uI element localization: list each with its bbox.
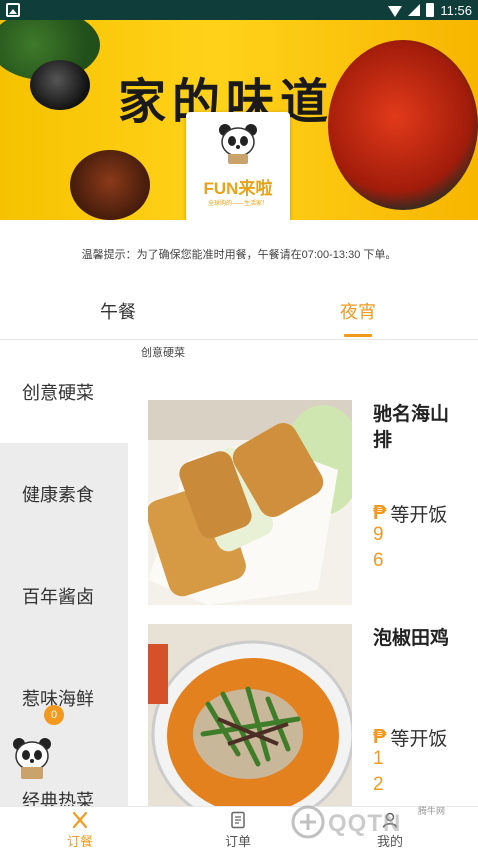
utensils-icon [72, 811, 88, 829]
nav-profile[interactable]: 我的 [350, 807, 430, 851]
category-label: 创意硬菜 [22, 383, 94, 403]
tab-lunch-label: 午餐 [100, 302, 136, 322]
tab-late-night-label: 夜宵 [340, 302, 376, 322]
status-time: 11:56 [440, 2, 472, 18]
status-bar: 11:56 [0, 0, 478, 20]
currency-icon: ₱ [373, 502, 387, 524]
dish-price-text: 等开饭 [390, 729, 448, 750]
section-label: 创意硬菜 [141, 347, 185, 359]
dish-price: ₱ 等开饭 [373, 724, 447, 751]
dish-photo [148, 400, 352, 605]
tab-lunch[interactable]: 午餐 [100, 298, 136, 324]
category-item-seafood[interactable]: 惹味海鲜 [0, 647, 128, 749]
nav-orders[interactable]: 订单 [198, 807, 278, 851]
logo-brand-text: FUN来啦 [203, 179, 273, 198]
battery-icon [426, 3, 435, 17]
category-label: 健康素食 [22, 485, 94, 505]
dish-item[interactable]: 泡椒田鸡 ₱ 等开饭 1 2 [148, 624, 478, 829]
dish-price: ₱ 等开饭 [373, 500, 447, 527]
wifi-icon [388, 5, 403, 17]
promo-banner[interactable]: 家的味道 FUN来啦 全球购的——生活家！ [0, 20, 478, 220]
meal-tabs: 午餐 夜宵 [0, 290, 478, 340]
nav-order-label: 订餐 [66, 834, 93, 849]
brand-logo: FUN来啦 全球购的——生活家！ [186, 112, 290, 220]
category-label: 经典热菜 [22, 791, 94, 807]
nav-profile-label: 我的 [376, 834, 403, 849]
dish-photo [148, 624, 352, 829]
category-item-creative[interactable]: 创意硬菜 [0, 341, 128, 443]
dish-digit: 6 [373, 550, 384, 571]
dish-digit: 9 [373, 524, 384, 545]
category-item-vegetarian[interactable]: 健康素食 [0, 443, 128, 545]
dish-price-text: 等开饭 [390, 505, 448, 526]
document-icon [231, 811, 245, 829]
logo-slogan-text: 全球购的——生活家！ [207, 201, 268, 207]
dish-name: 驰名海山排 [373, 404, 450, 451]
category-label: 百年酱卤 [22, 587, 94, 607]
cart-badge: 0 [44, 705, 64, 725]
nav-order[interactable]: 订餐 [40, 807, 120, 851]
ordering-notice: 温馨提示：为了确保您能准时用餐，午餐请在07:00-13:30 下单。 [81, 249, 397, 261]
bottom-nav: 订餐 订单 我的 [0, 806, 478, 851]
dish-digit: 1 [373, 748, 384, 769]
currency-icon: ₱ [373, 726, 387, 748]
cart-mascot-icon[interactable] [10, 736, 54, 780]
active-tab-indicator [344, 334, 372, 337]
notification-icon [6, 3, 20, 17]
chili-pan-decoration [328, 40, 478, 210]
dish-digit: 2 [373, 774, 384, 795]
panda-icon [219, 124, 257, 164]
nav-orders-label: 订单 [224, 834, 251, 849]
user-icon [382, 812, 398, 828]
tab-late-night[interactable]: 夜宵 [340, 298, 376, 337]
signal-icon [408, 4, 421, 16]
mortar-decoration [30, 60, 90, 110]
status-right: 11:56 [388, 0, 472, 20]
spice-bowl-decoration [70, 150, 150, 220]
dish-item[interactable]: 驰名海山排 ₱ 等开饭 9 6 [148, 400, 478, 605]
category-item-braised[interactable]: 百年酱卤 [0, 545, 128, 647]
dish-name: 泡椒田鸡 [373, 628, 450, 649]
